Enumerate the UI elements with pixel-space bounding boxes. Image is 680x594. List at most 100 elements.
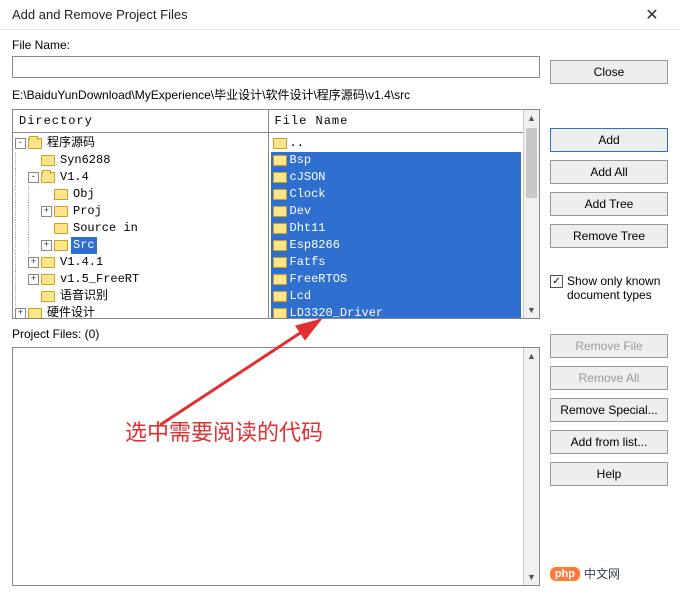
tree-item-label: Syn6288 <box>58 152 112 169</box>
file-item-label: LD3320_Driver <box>290 305 384 318</box>
tree-item-label: Src <box>71 237 97 254</box>
tree-item[interactable]: + v1.5_FreeRT <box>15 271 268 288</box>
scroll-up-icon[interactable]: ▲ <box>524 110 539 126</box>
folder-icon <box>273 240 287 251</box>
window-title: Add and Remove Project Files <box>12 7 632 22</box>
file-item[interactable]: Clock <box>271 186 522 203</box>
file-item[interactable]: Esp8266 <box>271 237 522 254</box>
show-known-types-checkbox[interactable]: ✓ Show only known document types <box>550 274 668 302</box>
file-name-input[interactable] <box>12 56 540 78</box>
folder-icon <box>54 206 68 217</box>
watermark-text: 中文网 <box>584 565 620 582</box>
folder-icon <box>54 223 68 234</box>
file-item-label: cJSON <box>290 169 326 186</box>
tree-toggle-icon[interactable]: - <box>15 138 26 149</box>
file-item-label: Bsp <box>290 152 312 169</box>
file-item[interactable]: Dev <box>271 203 522 220</box>
file-item[interactable]: Dht11 <box>271 220 522 237</box>
folder-icon <box>41 257 55 268</box>
folder-icon <box>273 189 287 200</box>
file-list[interactable]: ..BspcJSONClockDevDht11Esp8266FatfsFreeR… <box>269 133 524 318</box>
scroll-up-icon[interactable]: ▲ <box>524 348 539 364</box>
file-item[interactable]: FreeRTOS <box>271 271 522 288</box>
add-button[interactable]: Add <box>550 128 668 152</box>
project-files-list[interactable]: ▲ ▼ <box>12 347 540 586</box>
file-item-label: Fatfs <box>290 254 326 271</box>
add-tree-button[interactable]: Add Tree <box>550 192 668 216</box>
close-button[interactable]: Close <box>550 60 668 84</box>
tree-toggle-icon[interactable]: + <box>15 308 26 318</box>
folder-icon <box>273 291 287 302</box>
remove-all-button[interactable]: Remove All <box>550 366 668 390</box>
close-icon[interactable]: ✕ <box>632 1 672 29</box>
tree-item[interactable]: + Src <box>15 237 268 254</box>
folder-icon <box>41 274 55 285</box>
project-scrollbar[interactable]: ▲ ▼ <box>523 348 539 585</box>
file-item[interactable]: cJSON <box>271 169 522 186</box>
folder-icon <box>273 308 287 318</box>
tree-item[interactable]: Source in <box>15 220 268 237</box>
tree-toggle-icon[interactable]: + <box>41 240 52 251</box>
tree-item[interactable]: 语音识别 <box>15 288 268 305</box>
file-item-label: Lcd <box>290 288 312 305</box>
tree-item[interactable]: + V1.4.1 <box>15 254 268 271</box>
checkbox-icon[interactable]: ✓ <box>550 275 563 288</box>
folder-icon <box>28 138 42 149</box>
tree-item-label: v1.5_FreeRT <box>58 271 141 288</box>
folder-icon <box>273 274 287 285</box>
tree-item-label: 语音识别 <box>58 288 110 305</box>
up-folder-icon <box>273 138 287 149</box>
file-item[interactable]: LD3320_Driver <box>271 305 522 318</box>
folder-icon <box>41 291 55 302</box>
tree-item-label: Source in <box>71 220 140 237</box>
tree-item[interactable]: + Proj <box>15 203 268 220</box>
tree-item-label: 程序源码 <box>45 135 97 152</box>
tree-toggle-icon[interactable]: + <box>28 257 39 268</box>
browser-panes: Directory - 程序源码Syn6288-V1.4Obj + ProjSourc… <box>12 109 540 319</box>
tree-item-label: V1.4.1 <box>58 254 105 271</box>
file-item[interactable]: Fatfs <box>271 254 522 271</box>
tree-toggle-icon[interactable]: - <box>28 172 39 183</box>
watermark-badge: php 中文网 <box>550 565 620 582</box>
folder-icon <box>41 155 55 166</box>
tree-item[interactable]: -V1.4 <box>15 169 268 186</box>
folder-icon <box>54 240 68 251</box>
window-titlebar: Add and Remove Project Files ✕ <box>0 0 680 30</box>
file-item[interactable]: .. <box>271 135 522 152</box>
tree-item-label: Obj <box>71 186 97 203</box>
tree-item[interactable]: Obj <box>15 186 268 203</box>
file-item[interactable]: Lcd <box>271 288 522 305</box>
remove-special-button[interactable]: Remove Special... <box>550 398 668 422</box>
project-files-label: Project Files: (0) <box>12 327 540 341</box>
tree-item[interactable]: Syn6288 <box>15 152 268 169</box>
file-list-pane: File Name ..BspcJSONClockDevDht11Esp8266… <box>268 110 524 318</box>
directory-pane: Directory - 程序源码Syn6288-V1.4Obj + ProjSourc… <box>13 110 268 318</box>
tree-toggle-icon[interactable]: + <box>41 206 52 217</box>
file-item-label: Esp8266 <box>290 237 340 254</box>
scroll-down-icon[interactable]: ▼ <box>524 302 539 318</box>
folder-icon <box>273 155 287 166</box>
add-from-list-button[interactable]: Add from list... <box>550 430 668 454</box>
file-item-label: .. <box>290 135 304 152</box>
panes-scrollbar[interactable]: ▲ ▼ <box>523 110 539 318</box>
directory-header: Directory <box>13 110 268 133</box>
folder-icon <box>273 223 287 234</box>
watermark-logo: php <box>550 567 580 581</box>
tree-toggle-icon[interactable]: + <box>28 274 39 285</box>
file-item[interactable]: Bsp <box>271 152 522 169</box>
remove-tree-button[interactable]: Remove Tree <box>550 224 668 248</box>
file-item-label: Dht11 <box>290 220 326 237</box>
file-list-header: File Name <box>269 110 524 133</box>
tree-item[interactable]: +硬件设计 <box>15 305 268 318</box>
folder-icon <box>273 206 287 217</box>
help-button[interactable]: Help <box>550 462 668 486</box>
tree-item[interactable]: - 程序源码 <box>15 135 268 152</box>
add-all-button[interactable]: Add All <box>550 160 668 184</box>
tree-item-label: Proj <box>71 203 104 220</box>
directory-tree[interactable]: - 程序源码Syn6288-V1.4Obj + ProjSource in + Src + V… <box>13 133 268 318</box>
remove-file-button[interactable]: Remove File <box>550 334 668 358</box>
scroll-down-icon[interactable]: ▼ <box>524 569 539 585</box>
file-item-label: Dev <box>290 203 312 220</box>
file-item-label: Clock <box>290 186 326 203</box>
folder-icon <box>273 257 287 268</box>
